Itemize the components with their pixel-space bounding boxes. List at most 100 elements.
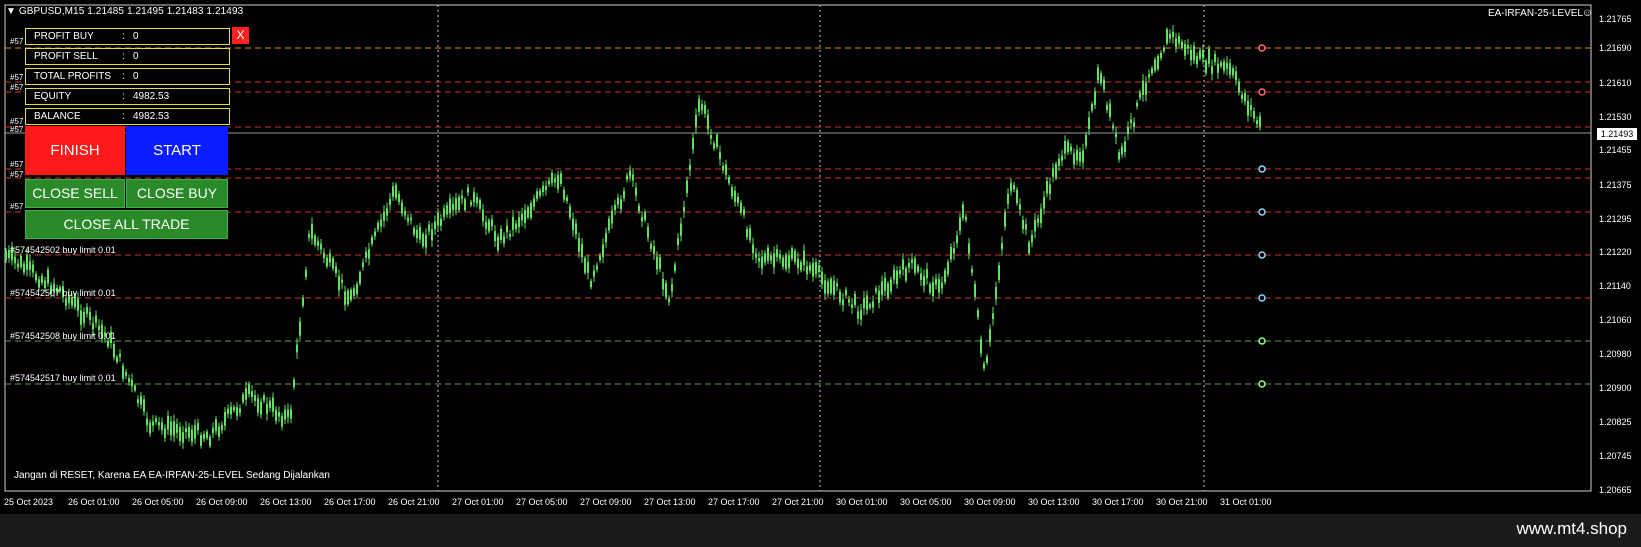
candle-body — [539, 190, 541, 196]
candle-body — [1181, 41, 1183, 49]
candle-body — [1196, 56, 1198, 65]
candle-body — [302, 297, 304, 306]
candle-body — [482, 209, 484, 222]
close-all-trade-button[interactable]: CLOSE ALL TRADE — [25, 210, 228, 239]
profit-sell-row: PROFIT SELL : 0 — [25, 48, 230, 65]
total-profits-row: TOTAL PROFITS : 0 — [25, 68, 230, 85]
finish-button[interactable]: FINISH — [25, 126, 125, 175]
candle-body — [272, 397, 274, 412]
candle-body — [461, 195, 463, 199]
candle-body — [719, 152, 721, 159]
candle-body — [1070, 146, 1072, 152]
time-tick: 27 Oct 17:00 — [708, 497, 760, 507]
candle-body — [632, 174, 634, 181]
chart-area[interactable]: ▼ GBPUSD,M15 1.21485 1.21495 1.21483 1.2… — [0, 0, 1641, 514]
triangle-down-icon[interactable]: ▼ — [6, 6, 16, 17]
candle-body — [569, 206, 571, 218]
candle-body — [44, 280, 46, 288]
time-tick: 26 Oct 13:00 — [260, 497, 312, 507]
candle-body — [1250, 105, 1252, 110]
candle-body — [665, 282, 667, 298]
candle-body — [1094, 91, 1096, 105]
candle-body — [1235, 71, 1237, 81]
candle-body — [896, 270, 898, 285]
candle-body — [554, 178, 556, 183]
candle-body — [794, 250, 796, 263]
candle-body — [533, 198, 535, 207]
candle-body — [914, 258, 916, 273]
candle-body — [1088, 117, 1090, 129]
candle-body — [128, 378, 130, 383]
candle-body — [86, 306, 88, 314]
site-watermark[interactable]: www.mt4.shop — [1516, 519, 1627, 539]
candle-body — [209, 436, 211, 447]
candle-body — [455, 198, 457, 210]
candle-body — [599, 255, 601, 261]
candle-body — [893, 269, 895, 280]
candle-body — [182, 432, 184, 443]
time-tick: 27 Oct 01:00 — [452, 497, 504, 507]
candle-body — [758, 258, 760, 262]
candle-body — [290, 409, 292, 419]
order-marker — [1258, 380, 1266, 388]
time-tick: 27 Oct 09:00 — [580, 497, 632, 507]
candle-body — [929, 284, 931, 293]
close-buy-button[interactable]: CLOSE BUY — [126, 179, 228, 208]
candle-body — [401, 202, 403, 214]
candle-body — [1064, 140, 1066, 154]
price-tick: 1.21295 — [1599, 214, 1632, 224]
candle-body — [536, 191, 538, 199]
candle-body — [314, 235, 316, 246]
total-profits-label: TOTAL PROFITS — [34, 71, 112, 82]
candle-body — [710, 135, 712, 139]
candle-body — [335, 266, 337, 274]
candle-body — [989, 328, 991, 343]
candle-body — [1034, 219, 1036, 232]
candle-body — [647, 227, 649, 238]
candle-body — [497, 236, 499, 251]
smiley-icon[interactable]: ☺ — [1582, 7, 1593, 19]
candle-body — [1046, 181, 1048, 194]
order-label: #574542507 buy limit 0.01 — [10, 288, 116, 298]
candle-body — [281, 416, 283, 427]
candle-body — [26, 255, 28, 270]
candle-body — [146, 418, 148, 426]
close-panel-button[interactable]: X — [232, 27, 249, 44]
row-colon: : — [122, 51, 125, 62]
candle-body — [1124, 141, 1126, 153]
candle-body — [350, 289, 352, 301]
candle-body — [416, 229, 418, 239]
time-tick: 26 Oct 09:00 — [196, 497, 248, 507]
candle-body — [881, 281, 883, 295]
candle-body — [449, 198, 451, 214]
candle-body — [587, 262, 589, 273]
candle-body — [863, 297, 865, 308]
total-profits-value: 0 — [133, 71, 139, 82]
price-tick: 1.20825 — [1599, 417, 1632, 427]
candle-body — [851, 304, 853, 308]
bid-price-tag: 1.21493 — [1597, 128, 1637, 140]
candle-body — [959, 217, 961, 231]
candle-body — [257, 398, 259, 413]
candle-body — [1190, 49, 1192, 61]
candle-body — [911, 259, 913, 264]
candle-body — [1217, 63, 1219, 73]
candle-body — [611, 210, 613, 224]
candle-body — [344, 291, 346, 305]
candle-body — [848, 299, 850, 303]
candle-body — [701, 104, 703, 111]
start-button[interactable]: START — [126, 126, 228, 175]
candle-body — [83, 312, 85, 323]
candle-body — [872, 301, 874, 308]
candle-body — [230, 406, 232, 415]
candle-body — [1172, 31, 1174, 37]
close-sell-button[interactable]: CLOSE SELL — [25, 179, 125, 208]
candle-body — [1055, 163, 1057, 178]
price-chart[interactable] — [0, 0, 1641, 514]
chart-header: ▼ GBPUSD,M15 1.21485 1.21495 1.21483 1.2… — [6, 6, 243, 17]
candle-body — [65, 298, 67, 306]
candle-body — [437, 212, 439, 226]
row-colon: : — [122, 71, 125, 82]
candle-body — [1232, 68, 1234, 76]
candle-body — [434, 221, 436, 230]
